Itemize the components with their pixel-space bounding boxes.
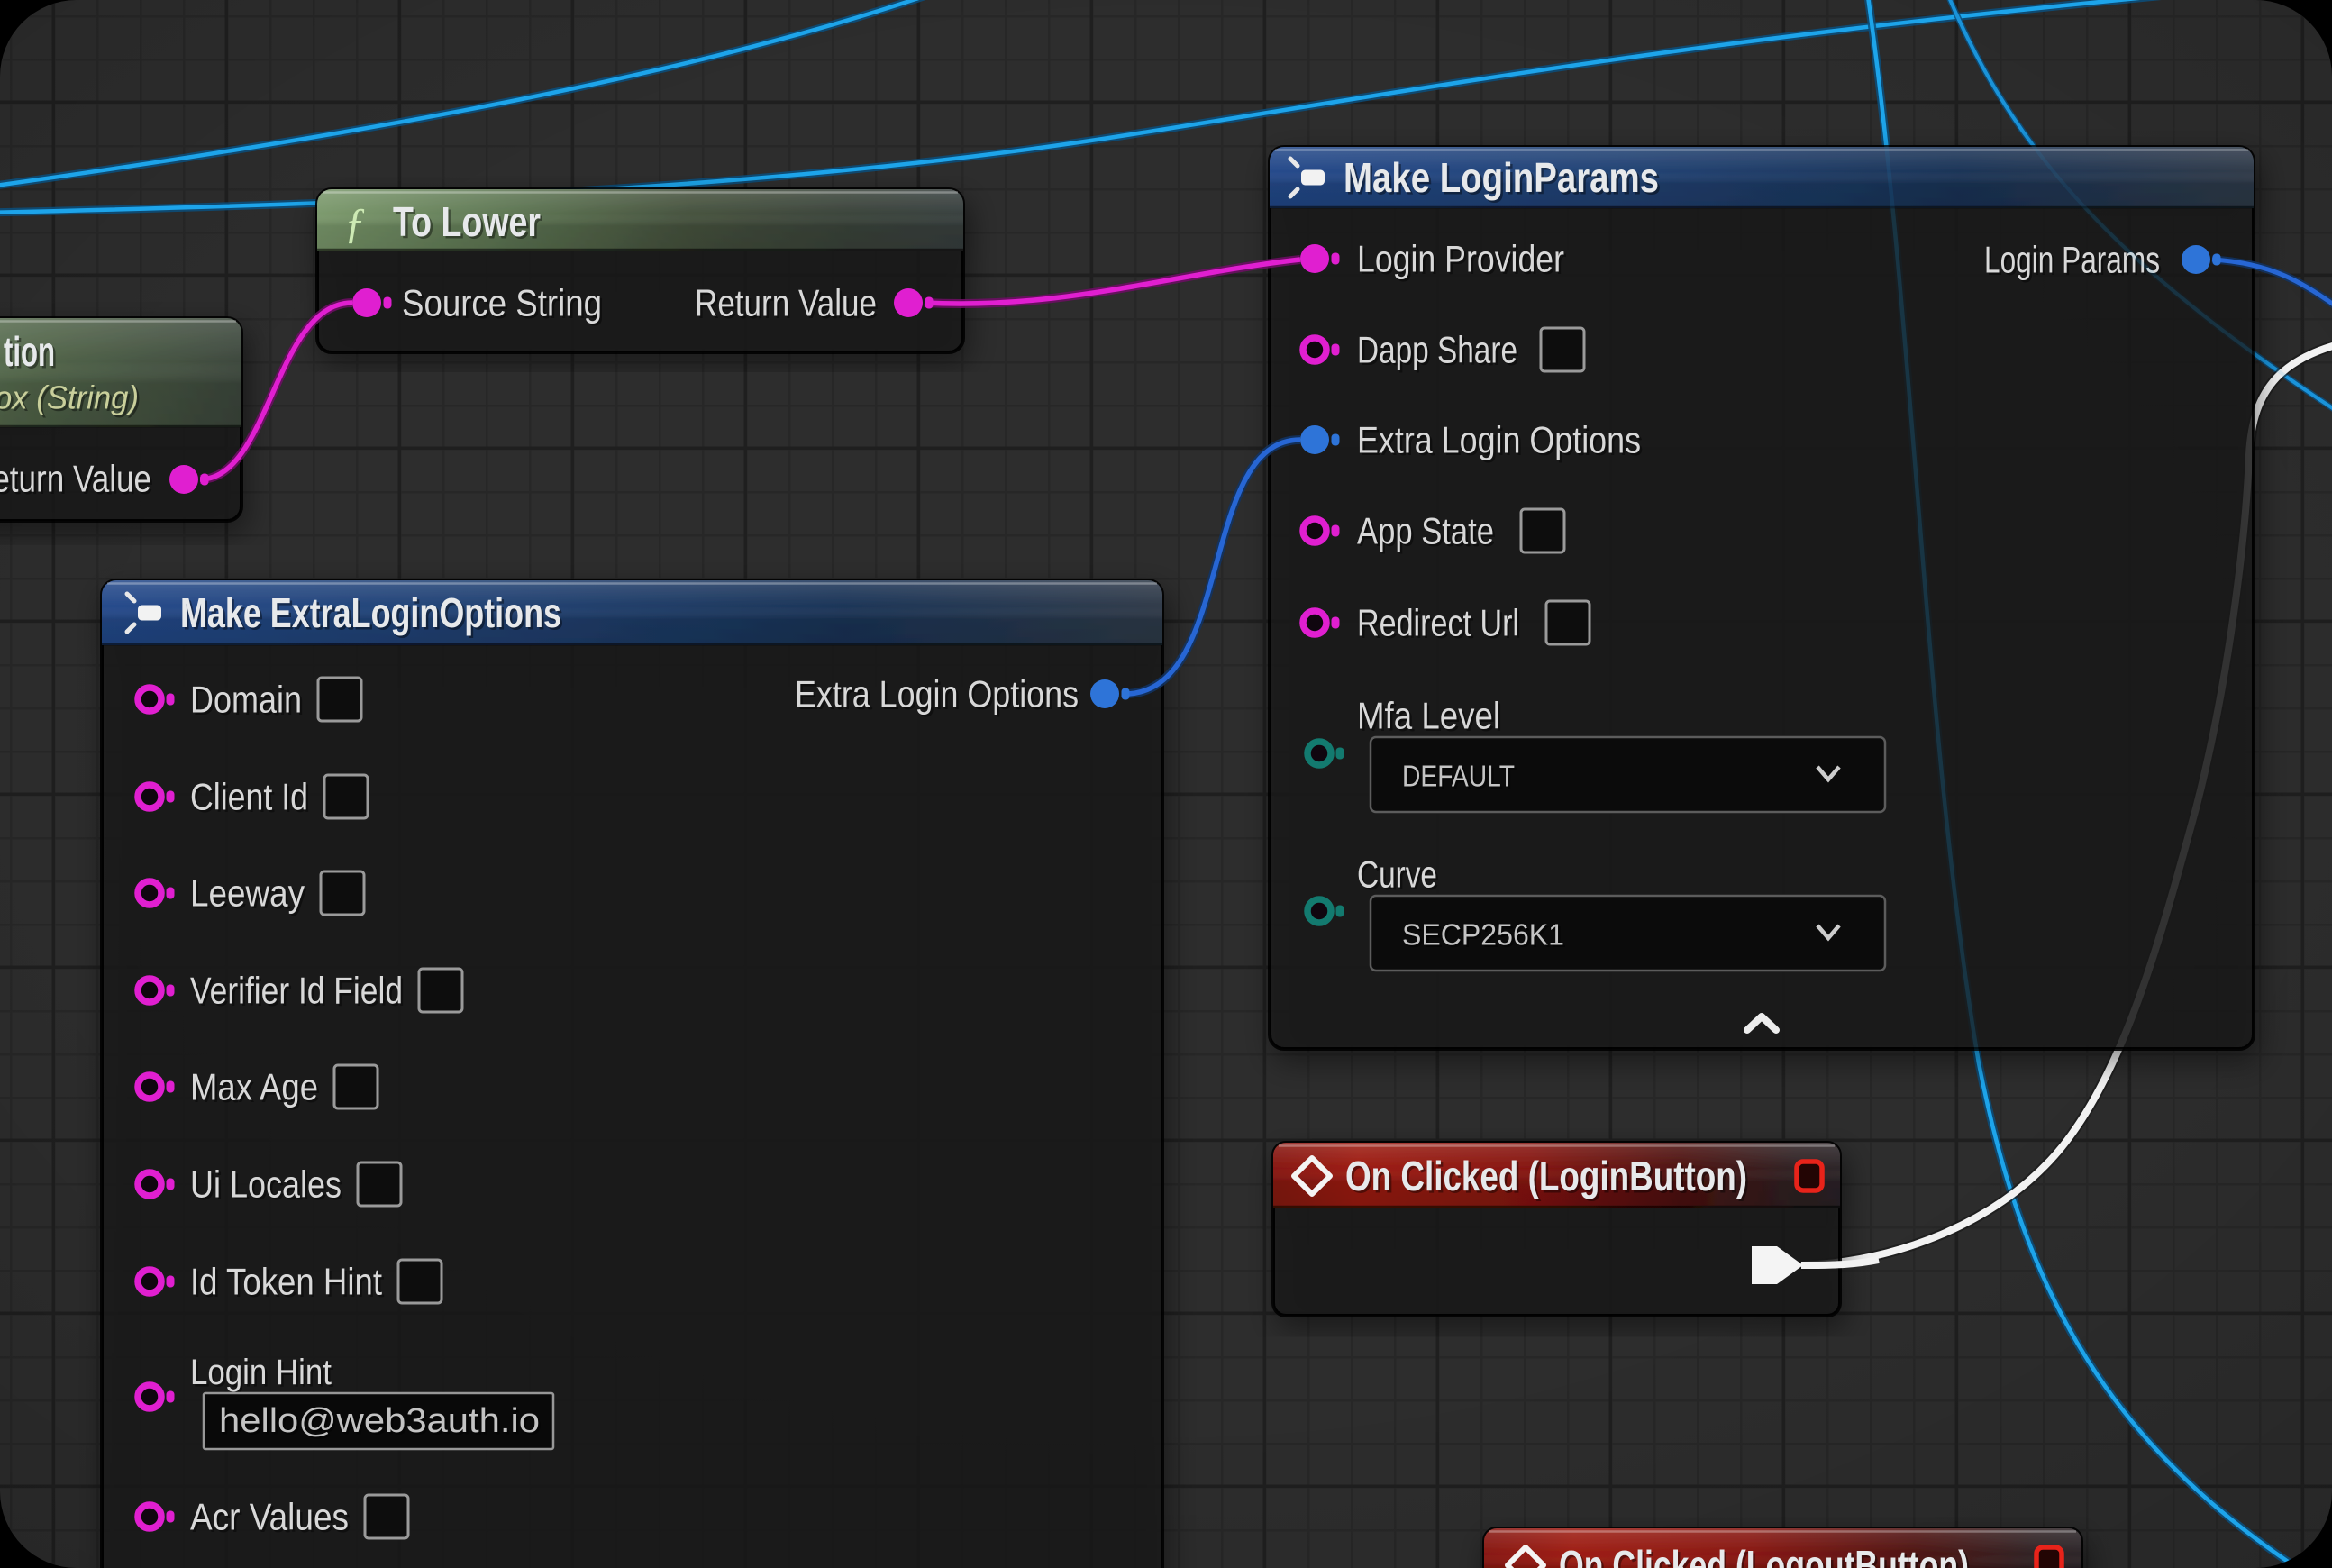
svg-text:On Clicked (LogoutButton): On Clicked (LogoutButton) <box>1559 1542 1969 1568</box>
svg-text:SECP256K1: SECP256K1 <box>1402 918 1564 952</box>
svg-text:ox (String): ox (String) <box>0 379 139 416</box>
svg-text:Verifier Id Field: Verifier Id Field <box>190 970 403 1012</box>
svg-text:Id Token Hint: Id Token Hint <box>190 1261 382 1303</box>
svg-text:Extra Login Options: Extra Login Options <box>1357 419 1641 461</box>
svg-text:Acr Values: Acr Values <box>190 1496 349 1538</box>
svg-text:On Clicked (LoginButton): On Clicked (LoginButton) <box>1345 1153 1747 1199</box>
svg-text:Mfa Level: Mfa Level <box>1357 695 1500 737</box>
svg-text:tion: tion <box>4 328 55 375</box>
svg-text:Domain: Domain <box>190 679 302 721</box>
svg-text:Ui Locales: Ui Locales <box>190 1163 342 1206</box>
svg-text:Curve: Curve <box>1357 853 1437 896</box>
svg-text:To Lower: To Lower <box>393 198 541 245</box>
svg-text:Login Provider: Login Provider <box>1357 238 1564 280</box>
svg-text:Make ExtraLoginOptions: Make ExtraLoginOptions <box>180 589 561 636</box>
svg-text:DEFAULT: DEFAULT <box>1402 760 1515 793</box>
svg-text:Extra Login Options: Extra Login Options <box>795 673 1079 716</box>
svg-text:Dapp Share: Dapp Share <box>1357 329 1517 371</box>
svg-text:Make LoginParams: Make LoginParams <box>1344 154 1659 201</box>
svg-text:Login Params: Login Params <box>1984 239 2160 281</box>
svg-text:Leeway: Leeway <box>190 872 305 915</box>
svg-text:Redirect Url: Redirect Url <box>1357 602 1519 644</box>
svg-text:Client Id: Client Id <box>190 776 308 818</box>
svg-text:App State: App State <box>1357 510 1494 552</box>
svg-text:Login Hint: Login Hint <box>190 1353 332 1392</box>
svg-text:Source String: Source String <box>402 282 602 324</box>
svg-text:ƒ: ƒ <box>344 200 366 248</box>
svg-text:Return Value: Return Value <box>695 282 877 324</box>
svg-text:Return Value: Return Value <box>0 458 151 500</box>
svg-text:hello@web3auth.io: hello@web3auth.io <box>219 1402 540 1440</box>
svg-text:Max Age: Max Age <box>190 1066 318 1108</box>
